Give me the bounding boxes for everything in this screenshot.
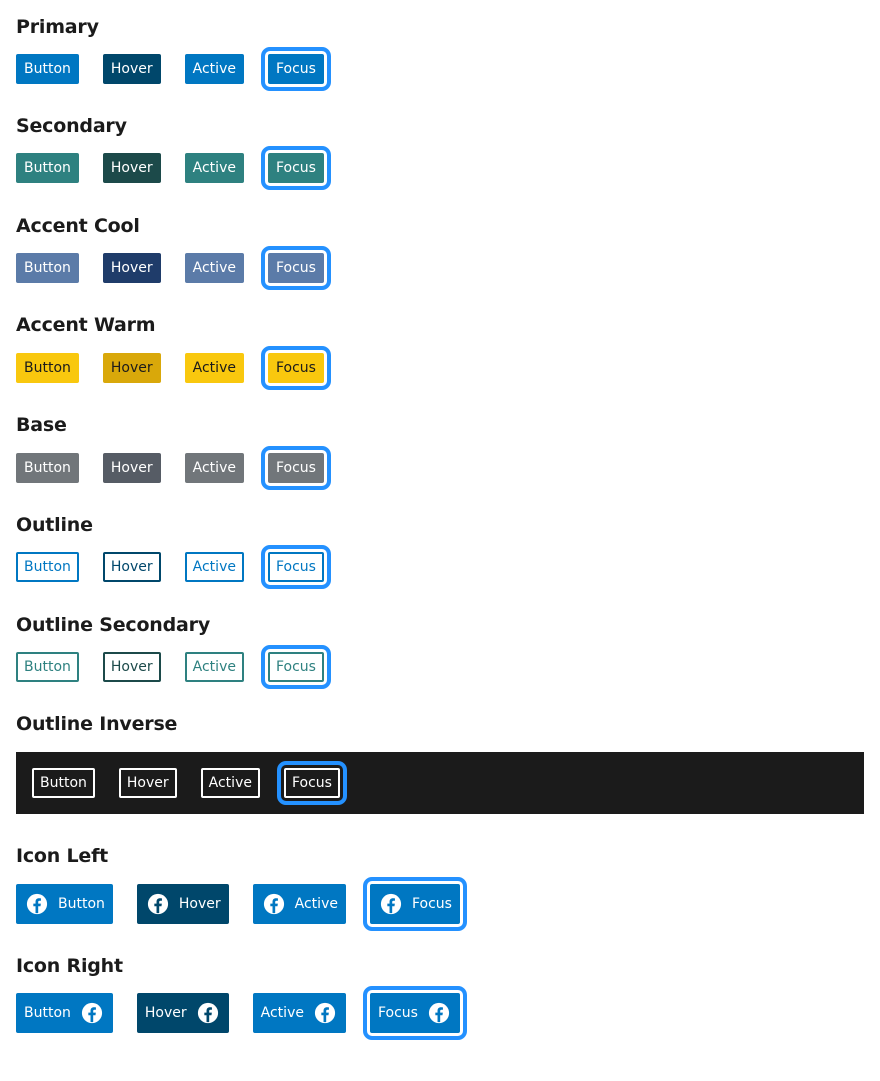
accent-cool-focus-button[interactable]: Focus — [260, 246, 331, 290]
secondary-hover-button[interactable]: Hover — [102, 153, 161, 183]
accent-warm-focus-button[interactable]: Focus — [260, 346, 331, 390]
button-label: Button — [24, 1005, 71, 1021]
primary-active-button[interactable]: Active — [184, 54, 244, 84]
primary-focus-button[interactable]: Focus — [260, 47, 331, 91]
accent-warm-hover-button[interactable]: Hover — [102, 353, 161, 383]
button-label: Active — [260, 1005, 304, 1021]
outline-focus-button[interactable]: Focus — [260, 545, 331, 589]
facebook-icon — [380, 893, 402, 915]
section-outline: Outline Button Hover Active Focus — [16, 512, 331, 589]
section-base: Base Button Hover Active Focus — [16, 412, 331, 490]
base-focus-button[interactable]: Focus — [260, 446, 331, 490]
button-label: Button — [58, 896, 105, 912]
section-title: Base — [16, 414, 67, 436]
base-active-button[interactable]: Active — [184, 453, 244, 483]
facebook-icon — [26, 893, 48, 915]
section-title: Secondary — [16, 115, 127, 137]
facebook-icon — [314, 1002, 336, 1024]
section-icon-left: Icon Left Button Hover Active Focus — [16, 843, 467, 931]
icon-left-hover-button[interactable]: Hover — [136, 884, 229, 924]
button-label: Active — [294, 896, 338, 912]
accent-cool-button[interactable]: Button — [16, 253, 79, 283]
outline-inverse-button[interactable]: Button — [32, 768, 95, 798]
icon-left-active-button[interactable]: Active — [252, 884, 346, 924]
icon-left-focus-button[interactable]: Focus — [362, 877, 467, 931]
outline-secondary-focus-button[interactable]: Focus — [260, 645, 331, 689]
icon-left-button[interactable]: Button — [16, 884, 113, 924]
facebook-icon — [147, 893, 169, 915]
button-label: Hover — [144, 1005, 187, 1021]
base-hover-button[interactable]: Hover — [102, 453, 161, 483]
outline-inverse-active-button[interactable]: Active — [201, 768, 260, 798]
button-showcase: Primary Button Hover Active Focus Second… — [0, 0, 880, 1081]
section-title: Icon Right — [16, 955, 123, 977]
button-label: Focus — [411, 896, 452, 912]
icon-right-button[interactable]: Button — [16, 993, 113, 1033]
icon-right-hover-button[interactable]: Hover — [136, 993, 229, 1033]
facebook-icon — [81, 1002, 103, 1024]
icon-right-focus-button[interactable]: Focus — [362, 986, 467, 1040]
accent-warm-active-button[interactable]: Active — [184, 353, 244, 383]
outline-inverse-hover-button[interactable]: Hover — [119, 768, 177, 798]
section-outline-inverse: Outline Inverse — [16, 711, 177, 737]
accent-cool-active-button[interactable]: Active — [184, 253, 244, 283]
icon-right-active-button[interactable]: Active — [252, 993, 346, 1033]
section-title: Accent Cool — [16, 215, 140, 237]
outline-active-button[interactable]: Active — [184, 552, 244, 582]
base-button[interactable]: Button — [16, 453, 79, 483]
primary-button[interactable]: Button — [16, 54, 79, 84]
outline-secondary-hover-button[interactable]: Hover — [102, 652, 161, 682]
inverse-background-panel: Button Hover Active Focus — [16, 752, 864, 814]
section-title: Outline Inverse — [16, 713, 178, 735]
facebook-icon — [197, 1002, 219, 1024]
outline-inverse-focus-button[interactable]: Focus — [276, 761, 347, 805]
section-title: Outline — [16, 514, 93, 536]
outline-button[interactable]: Button — [16, 552, 79, 582]
section-title: Outline Secondary — [16, 614, 211, 636]
button-label: Focus — [377, 1005, 418, 1021]
primary-hover-button[interactable]: Hover — [102, 54, 161, 84]
outline-hover-button[interactable]: Hover — [102, 552, 161, 582]
section-icon-right: Icon Right Button Hover Active Focus — [16, 953, 467, 1040]
facebook-icon — [263, 893, 285, 915]
outline-secondary-button[interactable]: Button — [16, 652, 79, 682]
section-secondary: Secondary Button Hover Active Focus — [16, 113, 331, 190]
outline-secondary-active-button[interactable]: Active — [184, 652, 244, 682]
button-label: Hover — [178, 896, 221, 912]
accent-cool-hover-button[interactable]: Hover — [102, 253, 161, 283]
section-accent-cool: Accent Cool Button Hover Active Focus — [16, 213, 331, 290]
section-primary: Primary Button Hover Active Focus — [16, 14, 331, 91]
secondary-button[interactable]: Button — [16, 153, 79, 183]
section-outline-secondary: Outline Secondary Button Hover Active Fo… — [16, 612, 331, 689]
secondary-active-button[interactable]: Active — [184, 153, 244, 183]
secondary-focus-button[interactable]: Focus — [260, 146, 331, 190]
facebook-icon — [428, 1002, 450, 1024]
section-accent-warm: Accent Warm Button Hover Active Focus — [16, 312, 331, 390]
section-title: Icon Left — [16, 845, 109, 867]
accent-warm-button[interactable]: Button — [16, 353, 79, 383]
section-title: Primary — [16, 16, 99, 38]
section-title: Accent Warm — [16, 314, 156, 336]
